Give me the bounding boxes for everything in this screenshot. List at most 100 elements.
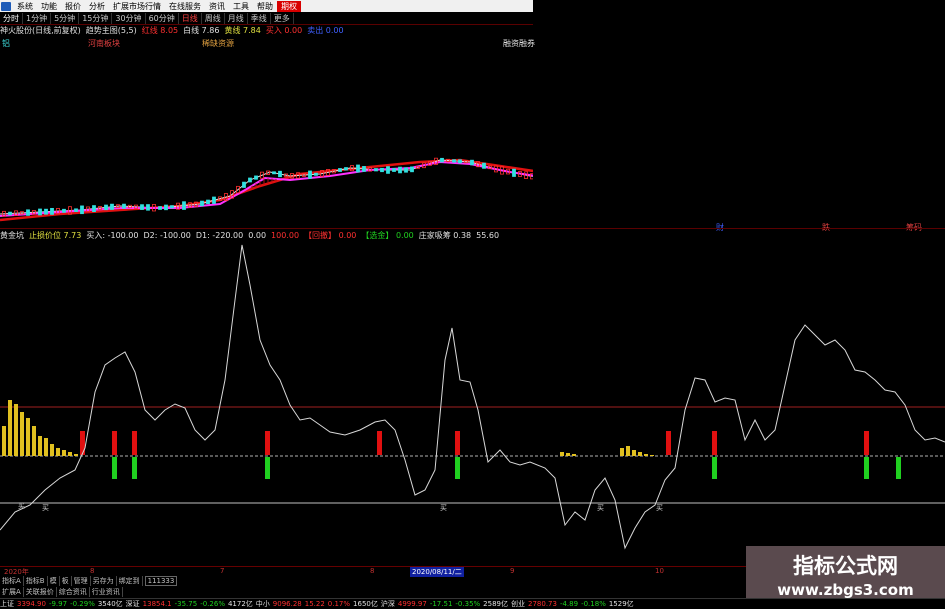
status-item: -35.75	[174, 600, 198, 608]
indicator-chart: 买买买买买	[0, 244, 945, 550]
watermark-url: www.zbgs3.com	[777, 581, 914, 599]
period-tab-15min[interactable]: 15分钟	[79, 12, 113, 24]
yellow-bar	[50, 444, 54, 456]
ma-red-line	[0, 158, 533, 222]
candle	[308, 170, 312, 179]
candle	[92, 205, 96, 213]
yellow-bar	[26, 418, 30, 456]
buy-marker-label: 买	[440, 504, 447, 512]
yellow-bar	[38, 436, 42, 456]
buy-marker-label: 买	[597, 504, 604, 512]
menu-item-news[interactable]: 资讯	[205, 1, 229, 12]
tab-related-quote[interactable]: 关联报价	[24, 587, 57, 597]
period-tab-more[interactable]: 更多	[271, 12, 294, 24]
red-signal-bar	[666, 431, 671, 455]
period-tab-5min[interactable]: 5分钟	[51, 12, 80, 24]
tab-ext-a[interactable]: 扩展A	[0, 587, 24, 597]
red-line-value: 红线 8.05	[141, 26, 179, 35]
candle	[410, 166, 414, 173]
tab-manage[interactable]: 管理	[72, 576, 91, 586]
yellow-bar	[650, 455, 654, 456]
candle	[158, 206, 162, 210]
ind-v2-value: 100.00	[271, 230, 300, 240]
candle	[452, 159, 456, 163]
menu-item-tools[interactable]: 工具	[229, 1, 253, 12]
status-item: 4172亿	[227, 600, 253, 608]
status-item: -0.18%	[581, 600, 606, 608]
period-tab-1min[interactable]: 1分钟	[23, 12, 52, 24]
red-signal-bar	[112, 431, 117, 455]
ind-shou-value: 【回撤】 0.00	[304, 230, 357, 240]
menu-item-online[interactable]: 在线服务	[165, 1, 205, 12]
tab-industry-news[interactable]: 行业资讯	[90, 587, 123, 597]
candle	[212, 196, 216, 204]
yellow-bar	[62, 450, 66, 456]
tab-general-news[interactable]: 综合资讯	[57, 587, 90, 597]
period-tab-week[interactable]: 周线	[202, 12, 225, 24]
status-item: 深证	[125, 600, 140, 608]
period-tab-quarter[interactable]: 季线	[248, 12, 271, 24]
chart-tag-bar: 铝 河南板块 稀缺资源 融资融券	[0, 36, 535, 48]
period-tab-60min[interactable]: 60分钟	[146, 12, 179, 24]
tab-indicator-a[interactable]: 指标A	[0, 576, 24, 586]
yellow-bar	[560, 452, 564, 456]
candle	[482, 162, 486, 169]
yellow-bar	[572, 454, 576, 456]
tab-template[interactable]: 板	[60, 576, 72, 586]
tab-model[interactable]: 模	[48, 576, 60, 586]
menu-item-ext-market[interactable]: 扩展市场行情	[109, 1, 165, 12]
candle	[74, 208, 78, 212]
yellow-bar	[56, 448, 60, 456]
tab-bind[interactable]: 绑定到	[117, 576, 143, 586]
menu-item-function[interactable]: 功能	[37, 1, 61, 12]
white-line-value: 白线 7.86	[183, 26, 220, 35]
tab-number-field[interactable]: 111333	[144, 576, 178, 586]
period-tab-30min[interactable]: 30分钟	[112, 12, 146, 24]
status-item: -4.89	[559, 600, 579, 608]
menu-item-help[interactable]: 帮助	[253, 1, 277, 12]
candle	[386, 166, 390, 174]
menu-item-analysis[interactable]: 分析	[85, 1, 109, 12]
menu-item-options[interactable]: 期权	[277, 0, 301, 12]
period-tab-day[interactable]: 日线	[179, 12, 202, 24]
period-tab-timeshare[interactable]: 分时	[0, 12, 23, 24]
stock-title: 神火股份(日线,前复权)	[0, 26, 81, 35]
period-bar: 分时 1分钟 5分钟 15分钟 30分钟 60分钟 日线 周线 月线 季线 更多	[0, 12, 533, 24]
candle	[26, 209, 30, 216]
candle	[440, 157, 444, 163]
status-item: -0.29%	[70, 600, 95, 608]
period-tab-month[interactable]: 月线	[225, 12, 248, 24]
candle	[146, 204, 150, 211]
ind-buy-value: 买入: -100.00	[86, 230, 139, 240]
candle	[470, 159, 474, 166]
candle	[206, 199, 210, 205]
buy-value: 买入 0.00	[265, 26, 303, 35]
red-signal-bar	[455, 431, 460, 455]
menu-item-system[interactable]: 系统	[13, 1, 37, 12]
time-label: 8	[90, 567, 95, 575]
tab-indicator-b[interactable]: 指标B	[24, 576, 48, 586]
menu-item-quote[interactable]: 报价	[61, 1, 85, 12]
candle	[38, 208, 42, 216]
yellow-bar	[566, 453, 570, 456]
ind-zhuangjia-value: 庄家吸筹 0.38	[418, 230, 472, 240]
main-indicator-name[interactable]: 趋势主图(5,5)	[86, 25, 137, 36]
red-signal-bar	[712, 431, 717, 455]
yellow-bar	[638, 452, 642, 456]
yellow-bar	[644, 454, 648, 456]
status-item: 1650亿	[353, 600, 378, 608]
green-signal-bar	[112, 457, 117, 479]
tab-save-as[interactable]: 另存为	[91, 576, 117, 586]
candle	[170, 205, 174, 209]
yellow-bar	[620, 448, 624, 456]
yellow-bar	[32, 426, 36, 456]
yellow-bar	[8, 400, 12, 456]
candle	[104, 204, 108, 211]
yellow-bar	[20, 412, 24, 456]
status-item: 15.22	[304, 600, 325, 608]
time-label: 10	[655, 567, 664, 575]
indicator-header: 黄金坑 止损价位 7.73 买入: -100.00 D2: -100.00 D1…	[0, 229, 533, 241]
green-signal-bar	[132, 457, 137, 479]
indicator-name[interactable]: 黄金坑	[0, 230, 24, 241]
status-item: -0.26%	[200, 600, 225, 608]
